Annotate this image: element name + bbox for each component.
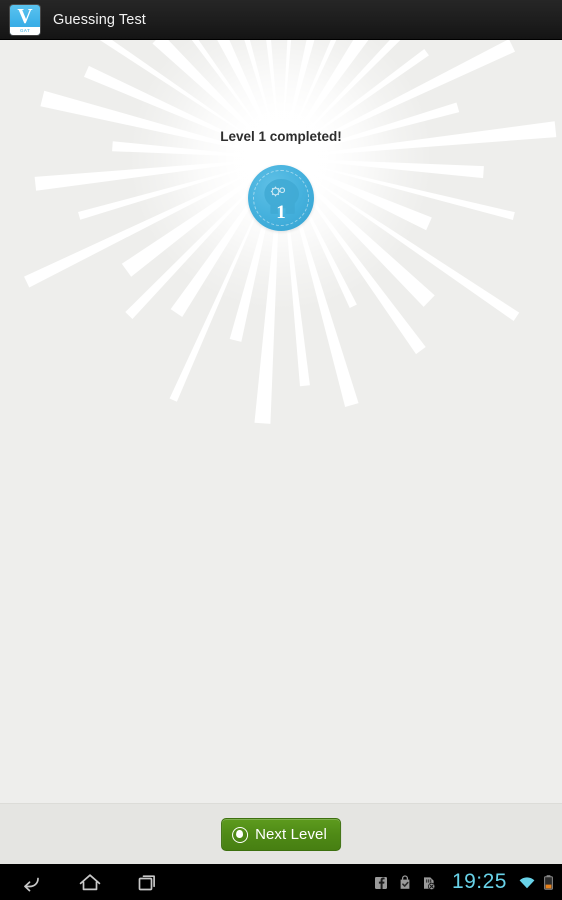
level-1-achievement-badge: 1 <box>248 165 314 231</box>
home-button[interactable] <box>76 869 104 895</box>
badge-number: 1 <box>276 202 286 223</box>
next-level-icon <box>232 826 249 843</box>
nav-buttons-group <box>18 869 162 895</box>
app-icon-letter: V <box>17 4 33 28</box>
level-completed-message: Level 1 completed! <box>220 129 342 144</box>
bottom-action-bar: Next Level <box>0 803 562 864</box>
back-button[interactable] <box>18 869 46 895</box>
app-screen: V GAT Guessing Test 1 Level 1 completed!… <box>0 0 562 900</box>
app-icon-sublabel: GAT <box>10 26 40 35</box>
facebook-notification-icon <box>373 874 389 891</box>
recent-apps-button[interactable] <box>134 869 162 895</box>
next-level-button[interactable]: Next Level <box>221 818 341 851</box>
wifi-icon <box>518 874 535 891</box>
app-icon[interactable]: V GAT <box>10 4 40 35</box>
android-navigation-bar: 19:25 <box>0 864 562 900</box>
title-bar: V GAT Guessing Test <box>0 0 562 40</box>
celebration-area: 1 Level 1 completed! <box>0 40 562 803</box>
svg-text:1: 1 <box>276 202 286 223</box>
play-store-update-icon <box>397 874 413 891</box>
next-level-label: Next Level <box>255 826 327 843</box>
notification-icons <box>373 874 437 891</box>
status-clock: 19:25 <box>451 870 507 893</box>
battery-low-icon <box>543 874 554 891</box>
status-area[interactable]: 19:25 <box>373 864 554 900</box>
app-title: Guessing Test <box>53 11 146 28</box>
sim-card-error-icon <box>421 874 437 891</box>
